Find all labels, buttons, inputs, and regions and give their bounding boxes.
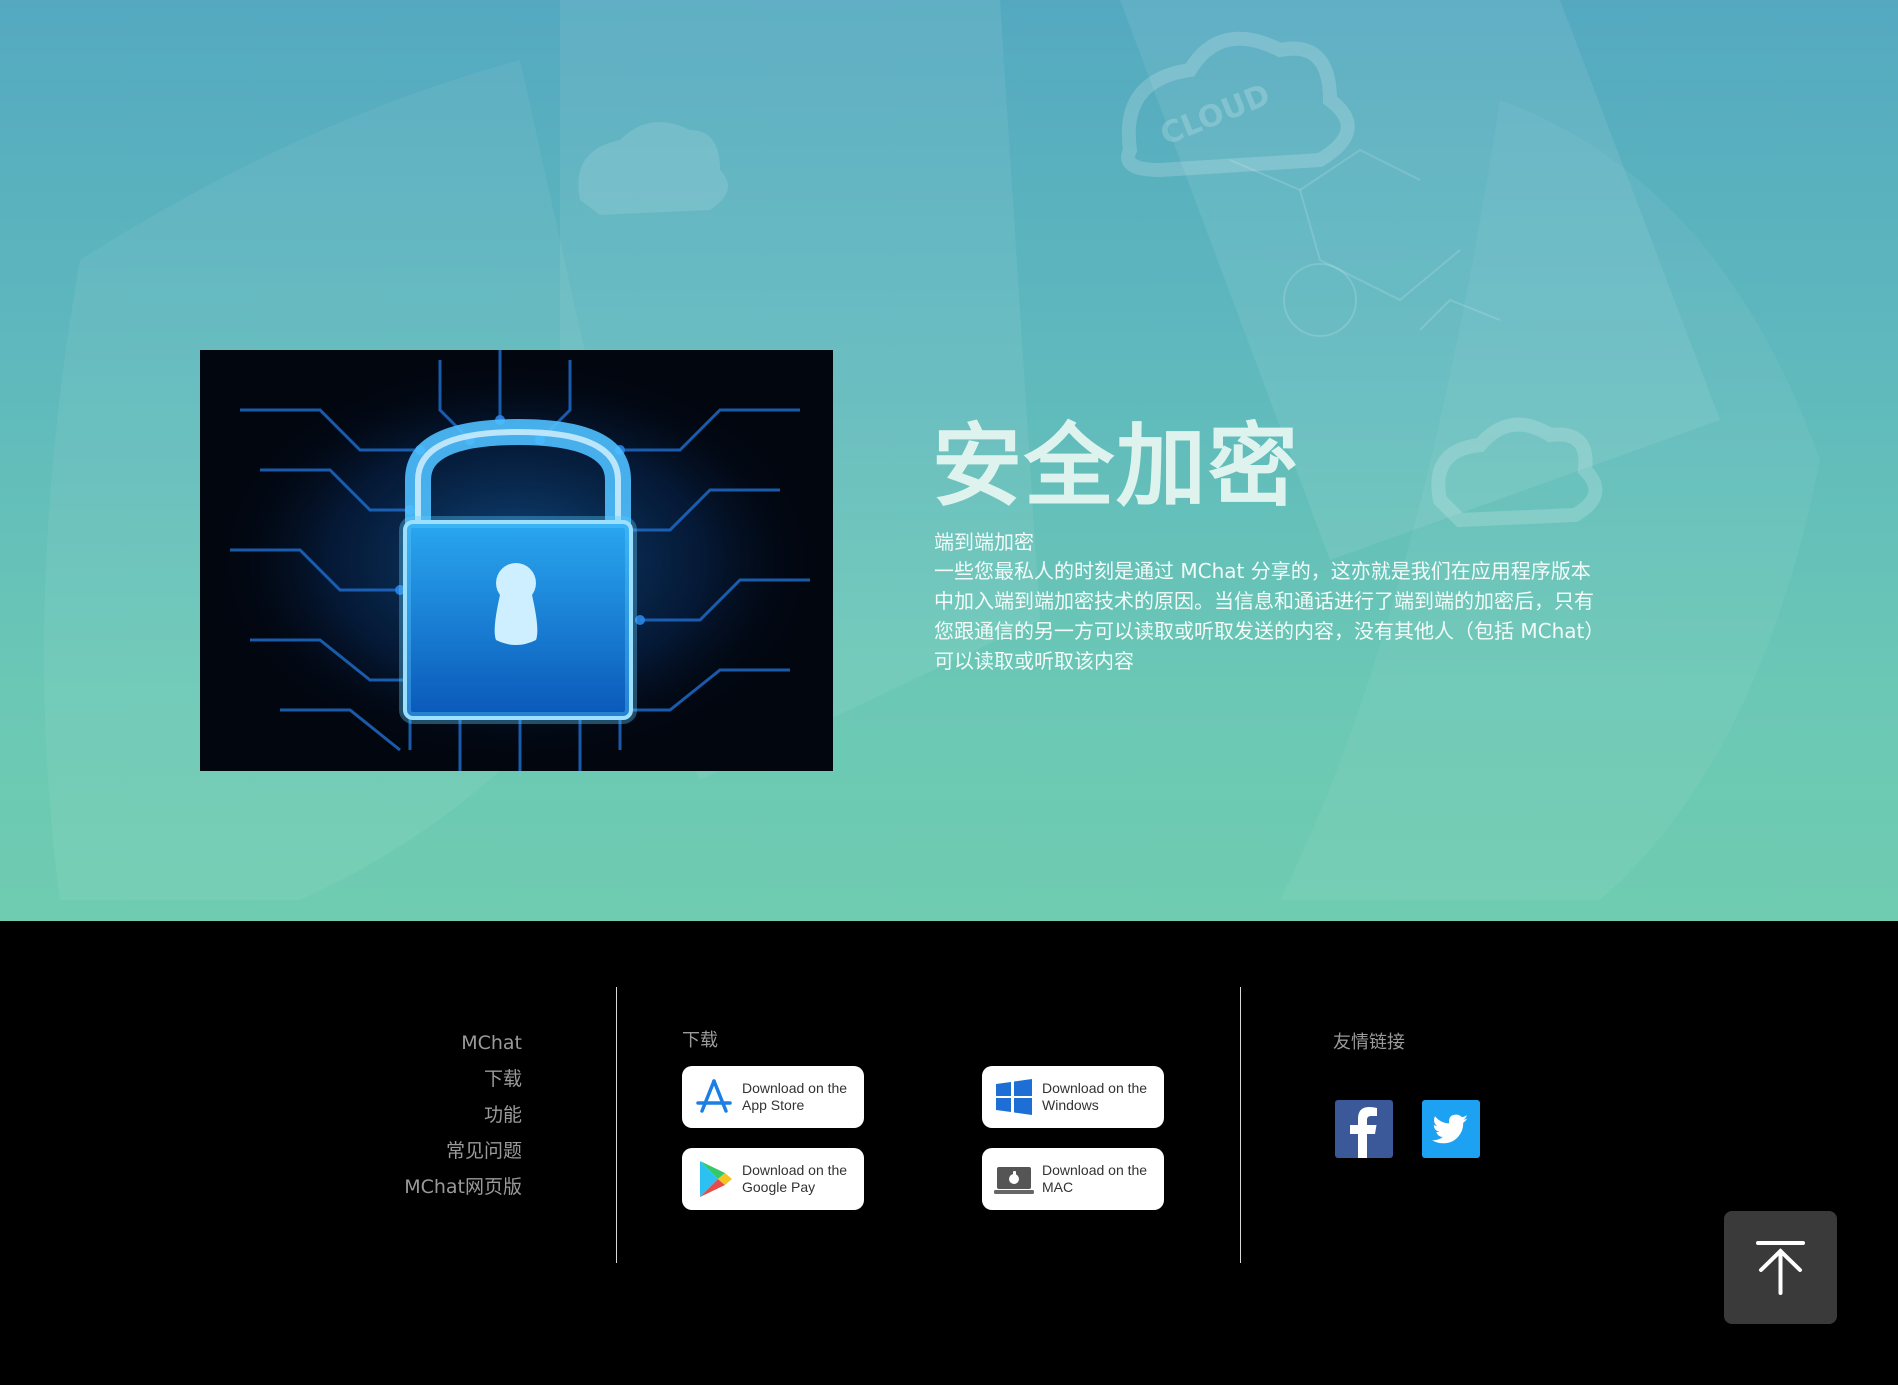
app-store-label: Download on the App Store: [742, 1080, 847, 1114]
footer-link-features[interactable]: 功能: [404, 1097, 522, 1133]
footer-nav: MChat 下载 功能 常见问题 MChat网页版: [404, 1025, 522, 1205]
windows-label: Download on the Windows: [1042, 1080, 1147, 1114]
facebook-icon: [1350, 1107, 1377, 1158]
facebook-button[interactable]: [1335, 1100, 1393, 1158]
friend-links-heading: 友情链接: [1333, 1032, 1405, 1053]
footer-link-web-version[interactable]: MChat网页版: [404, 1169, 522, 1205]
footer-link-faq[interactable]: 常见问题: [404, 1133, 522, 1169]
footer-divider-right: [1240, 987, 1241, 1263]
security-lock-image: [200, 350, 833, 771]
google-play-button[interactable]: Download on the Google Pay: [682, 1148, 864, 1210]
site-footer: MChat 下载 功能 常见问题 MChat网页版 下载 Download on…: [0, 921, 1898, 1385]
arrow-up-to-top-icon: [1756, 1241, 1805, 1295]
google-play-line2: Google Pay: [742, 1179, 816, 1195]
footer-divider-left: [616, 987, 617, 1263]
mac-icon: [994, 1167, 1034, 1194]
google-play-line1: Download on the: [742, 1162, 848, 1178]
windows-line1: Download on the: [1042, 1080, 1148, 1096]
footer-link-mchat[interactable]: MChat: [404, 1025, 522, 1061]
windows-icon: [996, 1079, 1032, 1115]
footer-link-download[interactable]: 下载: [404, 1061, 522, 1097]
hero-title: 安全加密: [932, 414, 1300, 519]
app-store-icon: [696, 1079, 732, 1113]
hero-section: CLOUD 安全加密 端到端加密 一些您最私人的时刻是通过 MChat 分享的，…: [0, 0, 1898, 921]
google-play-icon: [700, 1161, 732, 1197]
app-store-line2: App Store: [742, 1097, 805, 1113]
windows-line2: Windows: [1042, 1097, 1099, 1113]
twitter-button[interactable]: [1422, 1100, 1480, 1158]
download-heading: 下载: [682, 1030, 718, 1051]
back-to-top-button[interactable]: [1724, 1211, 1837, 1324]
windows-download-button[interactable]: Download on the Windows: [982, 1066, 1164, 1128]
hero-description: 一些您最私人的时刻是通过 MChat 分享的，这亦就是我们在应用程序版本中加入端…: [934, 559, 1605, 673]
twitter-icon: [1432, 1114, 1469, 1144]
mac-line2: MAC: [1042, 1179, 1074, 1195]
hero-subtitle: 端到端加密: [934, 530, 1034, 554]
app-store-line1: Download on the: [742, 1080, 848, 1096]
mac-download-button[interactable]: Download on the MAC: [982, 1148, 1164, 1210]
mac-line1: Download on the: [1042, 1162, 1148, 1178]
app-store-button[interactable]: Download on the App Store: [682, 1066, 864, 1128]
mac-label: Download on the MAC: [1042, 1162, 1147, 1196]
google-play-label: Download on the Google Pay: [742, 1162, 847, 1196]
